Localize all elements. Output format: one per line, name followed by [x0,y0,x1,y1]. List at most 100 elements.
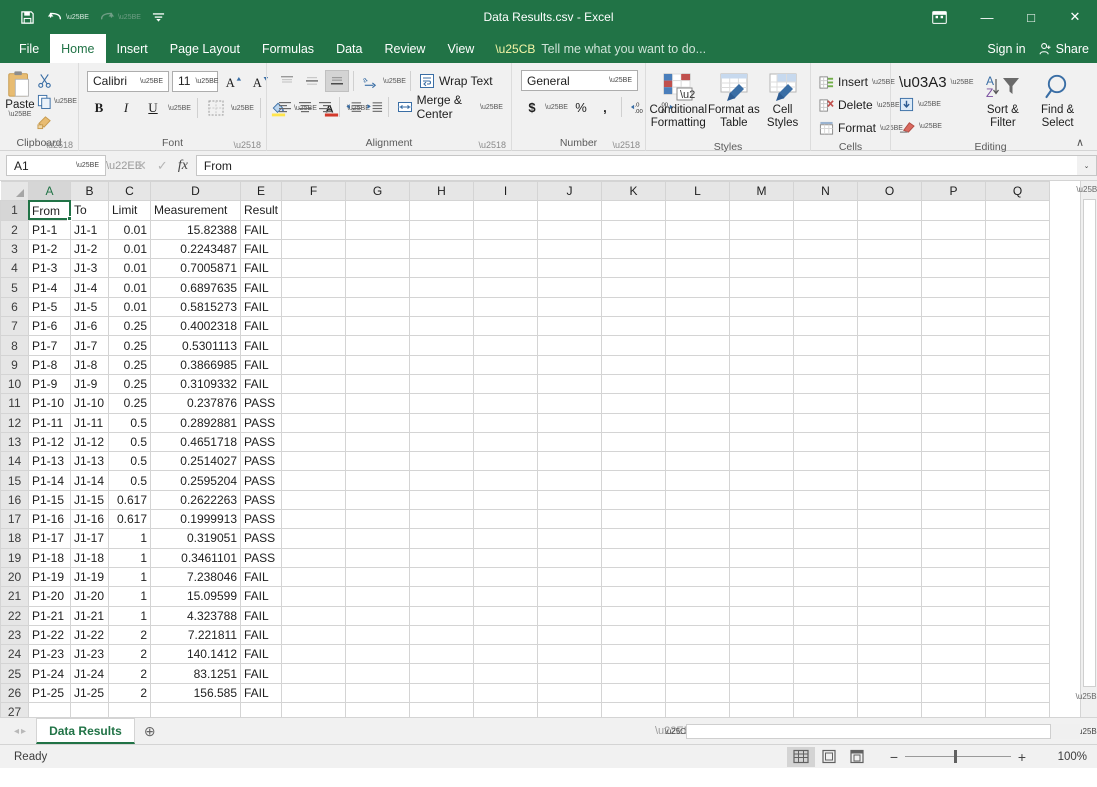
cell-K19[interactable] [602,548,666,567]
cell-K14[interactable] [602,452,666,471]
cell-M6[interactable] [730,297,794,316]
cell-B4[interactable]: J1-3 [71,259,109,278]
font-size-select[interactable]: 11 \u25BE [172,71,218,92]
conditional-formatting-button[interactable]: \u2260 Conditional Formatting [649,67,708,139]
cell-I4[interactable] [474,259,538,278]
cell-L15[interactable] [666,471,730,490]
zoom-slider-track[interactable] [905,756,1011,757]
cell-P21[interactable] [922,587,986,606]
cell-L19[interactable] [666,548,730,567]
tab-data[interactable]: Data [325,34,373,63]
cell-A22[interactable]: P1-21 [29,606,71,625]
cell-Q19[interactable] [986,548,1050,567]
sheet-tab-data-results[interactable]: Data Results [36,718,135,744]
cell-M26[interactable] [730,683,794,702]
cell-M18[interactable] [730,529,794,548]
cell-I17[interactable] [474,510,538,529]
cell-G16[interactable] [346,490,410,509]
cell-H13[interactable] [410,432,474,451]
cell-P15[interactable] [922,471,986,490]
column-header-L[interactable]: L [666,182,730,201]
cell-B11[interactable]: J1-10 [71,394,109,413]
cell-G25[interactable] [346,664,410,683]
cell-N24[interactable] [794,645,858,664]
cell-I11[interactable] [474,394,538,413]
cell-C17[interactable]: 0.617 [109,510,151,529]
cell-N25[interactable] [794,664,858,683]
cell-J25[interactable] [538,664,602,683]
cell-P19[interactable] [922,548,986,567]
cell-M21[interactable] [730,587,794,606]
cell-E4[interactable]: FAIL [241,259,282,278]
copy-dropdown-icon[interactable]: \u25BE [54,98,77,105]
cell-E20[interactable]: FAIL [241,567,282,586]
cell-N23[interactable] [794,625,858,644]
italic-button[interactable]: I [114,97,138,119]
increase-font-size-button[interactable]: A [221,70,245,92]
cell-Q9[interactable] [986,355,1050,374]
cell-O24[interactable] [858,645,922,664]
merge-dropdown-icon[interactable]: \u25BE [480,104,503,111]
redo-icon[interactable] [94,5,120,29]
vertical-scrollbar[interactable]: \u25B2 \u25BC [1080,181,1097,717]
insert-function-icon[interactable]: fx [178,158,188,174]
cell-E23[interactable]: FAIL [241,625,282,644]
cell-M12[interactable] [730,413,794,432]
cell-J4[interactable] [538,259,602,278]
cell-Q2[interactable] [986,220,1050,239]
cell-M22[interactable] [730,606,794,625]
cell-J26[interactable] [538,683,602,702]
cell-J13[interactable] [538,432,602,451]
cell-D26[interactable]: 156.585 [151,683,241,702]
zoom-control[interactable]: − + [883,749,1033,765]
cell-F9[interactable] [282,355,346,374]
cell-B26[interactable]: J1-25 [71,683,109,702]
tab-file[interactable]: File [8,34,50,63]
cell-L2[interactable] [666,220,730,239]
cell-N8[interactable] [794,336,858,355]
cell-K20[interactable] [602,567,666,586]
cell-N9[interactable] [794,355,858,374]
cell-E19[interactable]: PASS [241,548,282,567]
cell-Q18[interactable] [986,529,1050,548]
cell-F1[interactable] [282,201,346,220]
cell-B13[interactable]: J1-12 [71,432,109,451]
cell-O3[interactable] [858,239,922,258]
cell-J23[interactable] [538,625,602,644]
column-header-C[interactable]: C [109,182,151,201]
number-dialog-launcher-icon[interactable]: \u2518 [612,137,640,153]
cell-C6[interactable]: 0.01 [109,297,151,316]
accounting-dropdown-icon[interactable]: \u25BE [545,104,568,111]
cell-M23[interactable] [730,625,794,644]
cell-E26[interactable]: FAIL [241,683,282,702]
cell-F10[interactable] [282,374,346,393]
cell-C9[interactable]: 0.25 [109,355,151,374]
cell-J5[interactable] [538,278,602,297]
cell-M10[interactable] [730,374,794,393]
cell-O16[interactable] [858,490,922,509]
cell-N2[interactable] [794,220,858,239]
collapse-ribbon-button[interactable]: ∧ [1076,136,1084,149]
cell-G15[interactable] [346,471,410,490]
cell-L8[interactable] [666,336,730,355]
cell-L26[interactable] [666,683,730,702]
horizontal-scroll-thumb[interactable] [686,724,1051,739]
column-header-F[interactable]: F [282,182,346,201]
row-header-10[interactable]: 10 [1,374,29,393]
cell-O11[interactable] [858,394,922,413]
cell-N1[interactable] [794,201,858,220]
tab-page-layout[interactable]: Page Layout [159,34,251,63]
cell-H19[interactable] [410,548,474,567]
cell-E15[interactable]: PASS [241,471,282,490]
cell-A24[interactable]: P1-23 [29,645,71,664]
next-sheet-button[interactable]: ▸ [21,726,26,737]
cell-Q15[interactable] [986,471,1050,490]
cell-F2[interactable] [282,220,346,239]
cell-B24[interactable]: J1-23 [71,645,109,664]
cell-Q1[interactable] [986,201,1050,220]
cell-N10[interactable] [794,374,858,393]
cell-H9[interactable] [410,355,474,374]
cell-E17[interactable]: PASS [241,510,282,529]
tab-insert[interactable]: Insert [106,34,159,63]
cell-I7[interactable] [474,317,538,336]
